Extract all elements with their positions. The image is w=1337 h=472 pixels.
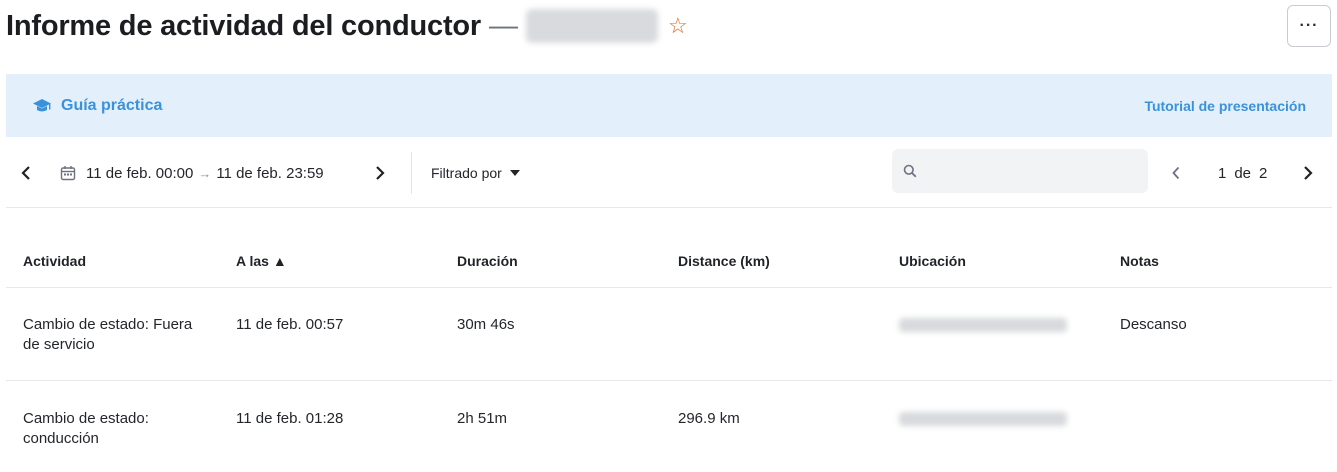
graduation-cap-icon (33, 98, 51, 111)
filter-label: Filtrado por (431, 165, 502, 181)
location-redacted (899, 412, 1067, 426)
activity-line: conducción (23, 430, 99, 447)
activity-table: Actividad A las ▲ Duración Distance (km)… (6, 208, 1332, 472)
table-row[interactable]: Cambio de estado: conducción 11 de feb. … (6, 381, 1332, 472)
tutorial-link[interactable]: Tutorial de presentación (1144, 98, 1306, 114)
guide-label: Guía práctica (61, 96, 163, 114)
time-cell: 11 de feb. 01:28 (236, 410, 344, 427)
driver-activity-report-page: Informe de actividad del conductor — ☆ ·… (0, 0, 1337, 472)
column-header-time[interactable]: A las ▲ (236, 253, 287, 269)
page-current: 1 (1218, 164, 1227, 182)
search-box (892, 149, 1148, 193)
activity-line: Cambio de estado: Fuera (23, 316, 193, 333)
page-title: Informe de actividad del conductor (6, 9, 481, 42)
star-outline-icon[interactable]: ☆ (668, 15, 688, 37)
page-of: de (1234, 164, 1252, 182)
date-end: 11 de feb. 23:59 (216, 164, 324, 182)
next-page-button[interactable] (1302, 138, 1314, 208)
chevron-left-icon (21, 166, 30, 180)
chevron-right-icon (376, 166, 385, 180)
date-range-picker[interactable]: 11 de feb. 00:00 → 11 de feb. 23:59 (60, 138, 324, 208)
distance-cell: 296.9 km (678, 410, 740, 427)
guide-link[interactable]: Guía práctica (32, 97, 162, 115)
activity-line: Cambio de estado: (23, 410, 149, 427)
filter-dropdown[interactable]: Filtrado por (431, 138, 520, 208)
chevron-right-icon (1304, 166, 1313, 180)
activity-cell: Cambio de estado: Fuera de servicio (23, 315, 192, 355)
page-total: 2 (1259, 164, 1268, 182)
location-cell (899, 412, 1067, 432)
more-options-button[interactable]: ··· (1287, 5, 1331, 47)
title-separator: — (489, 9, 518, 42)
location-redacted (899, 318, 1067, 332)
next-day-button[interactable] (374, 138, 386, 208)
previous-page-button[interactable] (1170, 138, 1182, 208)
page-header: Informe de actividad del conductor — ☆ (6, 6, 688, 46)
column-header-distance[interactable]: Distance (km) (678, 253, 770, 269)
search-icon (903, 164, 917, 178)
column-header-notes[interactable]: Notas (1120, 253, 1159, 269)
pagination-indicator: 1 de 2 (1214, 138, 1271, 208)
time-cell: 11 de feb. 00:57 (236, 316, 344, 333)
toolbar: 11 de feb. 00:00 → 11 de feb. 23:59 Filt… (6, 138, 1332, 208)
previous-day-button[interactable] (20, 138, 32, 208)
guide-banner: Guía práctica Tutorial de presentación (6, 74, 1332, 137)
column-header-activity[interactable]: Actividad (23, 253, 86, 269)
location-cell (899, 318, 1067, 338)
search-input[interactable] (892, 149, 1148, 193)
caret-down-icon (509, 170, 520, 176)
calendar-icon (60, 166, 76, 181)
column-header-location[interactable]: Ubicación (899, 253, 966, 269)
chevron-left-icon (1172, 166, 1180, 180)
notes-cell: Descanso (1120, 316, 1187, 333)
duration-cell: 30m 46s (457, 316, 515, 333)
activity-line: de servicio (23, 336, 95, 353)
driver-name-redacted (526, 9, 658, 43)
arrow-right-icon: → (198, 165, 212, 181)
table-row[interactable]: Cambio de estado: Fuera de servicio 11 d… (6, 288, 1332, 381)
activity-cell: Cambio de estado: conducción (23, 409, 149, 449)
table-header: Actividad A las ▲ Duración Distance (km)… (6, 208, 1332, 288)
toolbar-divider (411, 152, 412, 194)
date-start: 11 de feb. 00:00 (86, 164, 194, 182)
column-header-duration[interactable]: Duración (457, 253, 518, 269)
duration-cell: 2h 51m (457, 410, 508, 427)
